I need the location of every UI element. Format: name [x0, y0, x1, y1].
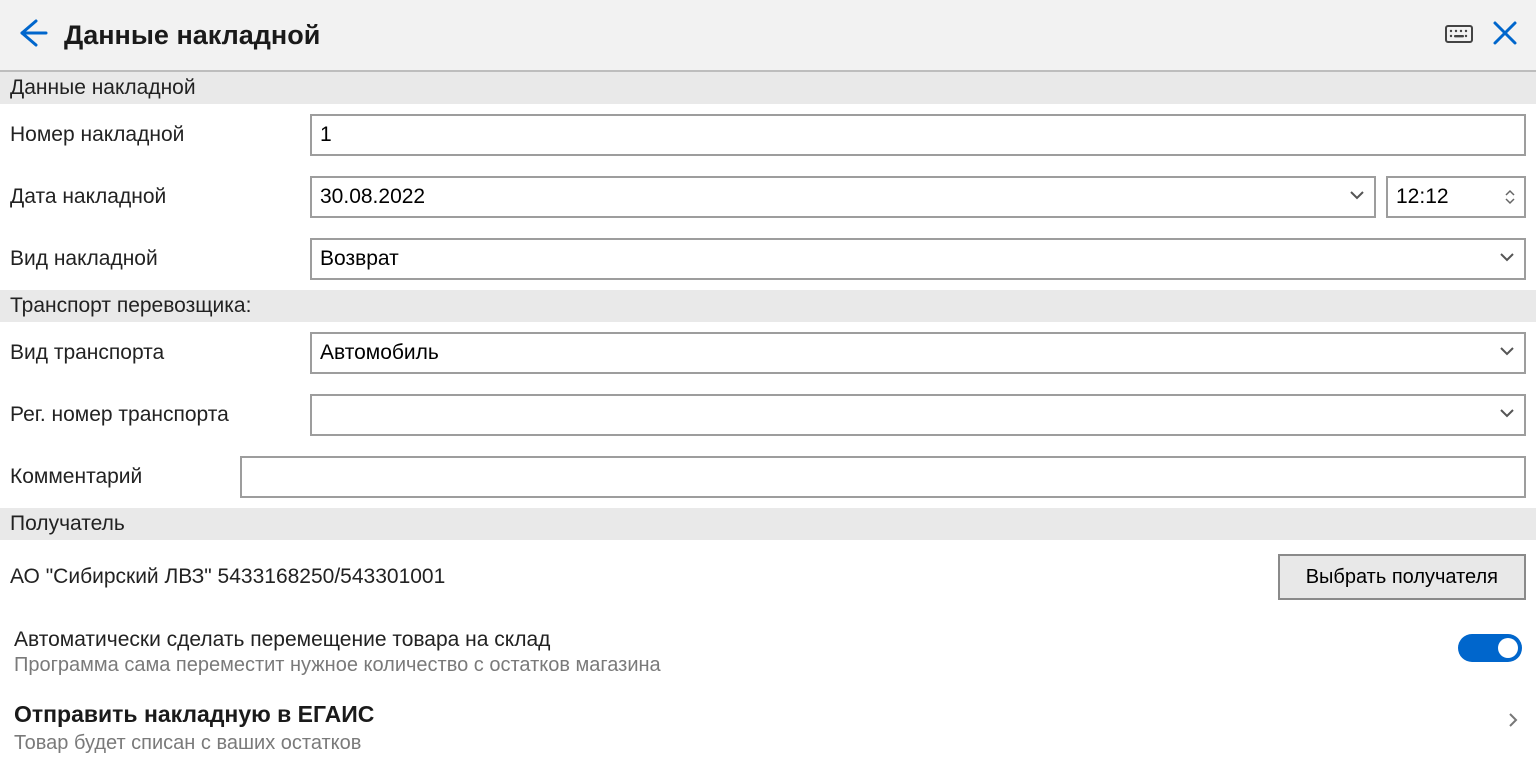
label-transport-reg: Рег. номер транспорта: [10, 403, 300, 427]
time-spinner[interactable]: [1504, 189, 1516, 205]
send-text: Отправить накладную в ЕГАИС Товар будет …: [14, 701, 1494, 755]
send-subtitle: Товар будет списан с ваших остатков: [14, 732, 1494, 755]
invoice-type-select[interactable]: Возврат: [310, 238, 1526, 280]
row-invoice-type: Вид накладной Возврат: [0, 228, 1536, 290]
transport-reg-select[interactable]: [310, 394, 1526, 436]
transport-type-value: Автомобиль: [320, 341, 1498, 365]
label-transport-type: Вид транспорта: [10, 341, 300, 365]
app-header: Данные накладной: [0, 0, 1536, 72]
invoice-date-select[interactable]: 30.08.2022: [310, 176, 1376, 218]
row-auto-move: Автоматически сделать перемещение товара…: [0, 614, 1536, 687]
comment-input[interactable]: [240, 456, 1526, 498]
invoice-time-value: 12:12: [1396, 185, 1504, 209]
auto-move-text: Автоматически сделать перемещение товара…: [14, 628, 1448, 677]
chevron-down-icon: [1348, 186, 1366, 209]
toggle-knob: [1498, 638, 1518, 658]
chevron-down-icon: [1498, 404, 1516, 427]
page-title: Данные накладной: [64, 20, 320, 51]
send-title: Отправить накладную в ЕГАИС: [14, 701, 1494, 728]
chevron-right-icon: [1504, 701, 1522, 734]
auto-move-toggle[interactable]: [1458, 634, 1522, 662]
section-transport: Транспорт перевозщика:: [0, 290, 1536, 322]
transport-type-select[interactable]: Автомобиль: [310, 332, 1526, 374]
chevron-down-icon: [1498, 248, 1516, 271]
close-icon[interactable]: [1490, 18, 1520, 53]
auto-move-title: Автоматически сделать перемещение товара…: [14, 628, 1448, 652]
label-invoice-type: Вид накладной: [10, 247, 300, 271]
recipient-value: АО "Сибирский ЛВЗ" 5433168250/543301001: [10, 565, 1268, 589]
invoice-number-input[interactable]: [310, 114, 1526, 156]
row-recipient: АО "Сибирский ЛВЗ" 5433168250/543301001 …: [0, 540, 1536, 614]
invoice-type-value: Возврат: [320, 247, 1498, 271]
auto-move-subtitle: Программа сама переместит нужное количес…: [14, 654, 1448, 677]
section-invoice-data: Данные накладной: [0, 72, 1536, 104]
label-comment: Комментарий: [10, 465, 230, 489]
back-icon[interactable]: [16, 17, 48, 54]
label-invoice-number: Номер накладной: [10, 123, 300, 147]
invoice-date-value: 30.08.2022: [320, 185, 1348, 209]
choose-recipient-button[interactable]: Выбрать получателя: [1278, 554, 1526, 600]
row-invoice-date: Дата накладной 30.08.2022 12:12: [0, 166, 1536, 228]
row-transport-type: Вид транспорта Автомобиль: [0, 322, 1536, 384]
row-send-egais[interactable]: Отправить накладную в ЕГАИС Товар будет …: [0, 687, 1536, 765]
keyboard-icon[interactable]: [1444, 18, 1474, 53]
chevron-down-icon: [1498, 342, 1516, 365]
label-invoice-date: Дата накладной: [10, 185, 300, 209]
row-invoice-number: Номер накладной: [0, 104, 1536, 166]
section-recipient: Получатель: [0, 508, 1536, 540]
row-comment: Комментарий: [0, 446, 1536, 508]
invoice-time-input[interactable]: 12:12: [1386, 176, 1526, 218]
row-transport-reg: Рег. номер транспорта: [0, 384, 1536, 446]
